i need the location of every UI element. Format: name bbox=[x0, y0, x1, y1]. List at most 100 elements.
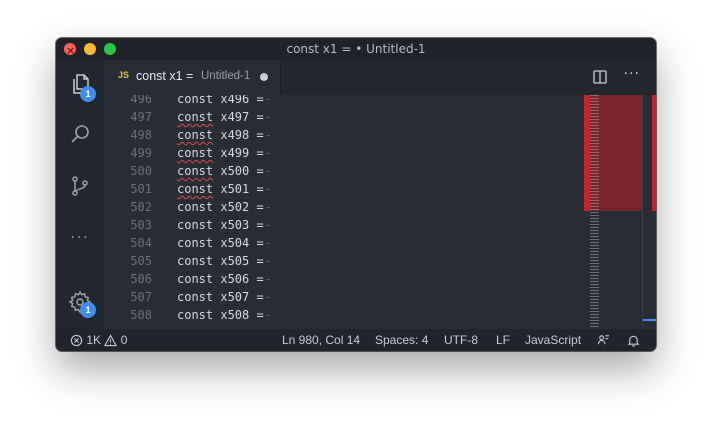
code-line[interactable]: const x503 = bbox=[177, 218, 270, 232]
whitespace-marker bbox=[266, 315, 270, 316]
encoding[interactable]: UTF-8 bbox=[444, 329, 478, 351]
maximize-window-button[interactable] bbox=[104, 43, 116, 55]
code-line[interactable]: const x506 = bbox=[177, 272, 270, 286]
code-rest: x496 = bbox=[213, 95, 264, 106]
settings-badge: 1 bbox=[80, 302, 96, 318]
code-rest: x499 = bbox=[213, 146, 264, 160]
end-of-line[interactable]: LF bbox=[496, 329, 510, 351]
code-line[interactable]: const x505 = bbox=[177, 254, 270, 268]
status-bar: 1K 0 Ln 980, Col 14 Spaces: 4 UTF-8 LF J… bbox=[56, 329, 656, 351]
code-line[interactable]: const x497 = bbox=[177, 110, 270, 124]
whitespace-marker bbox=[266, 207, 270, 208]
more-actions-icon[interactable]: ··· bbox=[624, 66, 640, 82]
search-icon bbox=[71, 125, 89, 143]
manage-button[interactable]: 1 bbox=[56, 278, 104, 326]
whitespace-marker bbox=[266, 99, 270, 100]
unsaved-dot-icon[interactable] bbox=[260, 73, 268, 81]
line-number: 504 bbox=[130, 236, 152, 250]
code-line[interactable]: const x504 = bbox=[177, 236, 270, 250]
code-rest: x500 = bbox=[213, 164, 264, 178]
code-line[interactable]: const x499 = bbox=[177, 146, 270, 160]
code-rest: x508 = bbox=[213, 308, 264, 322]
source-control-button[interactable] bbox=[56, 162, 104, 210]
more-icon: ··· bbox=[70, 230, 90, 246]
keyword: const bbox=[177, 236, 214, 250]
language-mode[interactable]: JavaScript bbox=[525, 329, 581, 351]
window-title: const x1 = • Untitled-1 bbox=[286, 42, 426, 56]
more-views-button[interactable]: ··· bbox=[56, 214, 104, 262]
line-number: 506 bbox=[130, 272, 152, 286]
code-line[interactable]: const x507 = bbox=[177, 290, 270, 304]
keyword: const bbox=[177, 272, 214, 286]
close-window-button[interactable] bbox=[64, 40, 76, 62]
split-editor-icon[interactable] bbox=[592, 69, 608, 85]
code-line[interactable]: const x496 = bbox=[177, 95, 270, 106]
indentation[interactable]: Spaces: 4 bbox=[375, 329, 428, 351]
whitespace-marker bbox=[266, 225, 270, 226]
overview-ruler-errors bbox=[652, 95, 656, 211]
whitespace-marker bbox=[266, 189, 270, 190]
activity-bar: 1 ··· 1 bbox=[56, 60, 104, 329]
keyword: const bbox=[177, 164, 214, 178]
search-button[interactable] bbox=[56, 110, 104, 158]
keyword: const bbox=[177, 95, 214, 106]
code-line[interactable]: const x508 = bbox=[177, 308, 270, 322]
whitespace-marker bbox=[266, 117, 270, 118]
whitespace-marker bbox=[266, 279, 270, 280]
source-control-icon bbox=[72, 176, 88, 196]
keyword: const bbox=[177, 254, 214, 268]
keyword: const bbox=[177, 218, 214, 232]
line-number: 499 bbox=[130, 146, 152, 160]
editor-window: const x1 = • Untitled-1 1 ··· bbox=[56, 38, 656, 351]
code-line[interactable]: const x502 = bbox=[177, 200, 270, 214]
error-count: 1K bbox=[86, 333, 102, 347]
whitespace-marker bbox=[266, 153, 270, 154]
minimap[interactable] bbox=[590, 95, 599, 329]
code-editor[interactable]: 496 const x496 = 497 const x497 = 498 const x… bbox=[104, 95, 656, 329]
whitespace-marker bbox=[266, 261, 270, 262]
warning-count: 0 bbox=[120, 333, 128, 347]
code-line[interactable]: const x498 = bbox=[177, 128, 270, 142]
tab-untitled-1[interactable]: JS const x1 = Untitled-1 bbox=[104, 60, 281, 95]
minimize-window-button[interactable] bbox=[84, 43, 96, 55]
line-number: 507 bbox=[130, 290, 152, 304]
code-rest: x498 = bbox=[213, 128, 264, 142]
problems-indicator[interactable]: 1K 0 bbox=[70, 329, 127, 351]
code-line[interactable]: const x500 = bbox=[177, 164, 270, 178]
javascript-file-icon: JS bbox=[118, 70, 130, 80]
notifications-bell-icon[interactable] bbox=[627, 334, 640, 347]
code-rest: x505 = bbox=[213, 254, 264, 268]
editor-tabs: JS const x1 = Untitled-1 ··· bbox=[104, 60, 656, 95]
code-rest: x503 = bbox=[213, 218, 264, 232]
code-rest: x501 = bbox=[213, 182, 264, 196]
error-icon bbox=[70, 335, 83, 347]
explorer-button[interactable]: 1 bbox=[56, 60, 104, 108]
code-rest: x502 = bbox=[213, 200, 264, 214]
code-rest: x497 = bbox=[213, 110, 264, 124]
code-line[interactable]: const x501 = bbox=[177, 182, 270, 196]
whitespace-marker bbox=[266, 297, 270, 298]
line-number: 496 bbox=[130, 95, 152, 106]
code-rest: x504 = bbox=[213, 236, 264, 250]
explorer-badge: 1 bbox=[80, 86, 96, 102]
keyword: const bbox=[177, 128, 214, 142]
line-number: 508 bbox=[130, 308, 152, 322]
feedback-icon[interactable] bbox=[597, 334, 610, 347]
whitespace-marker bbox=[266, 171, 270, 172]
code-rest: x506 = bbox=[213, 272, 264, 286]
keyword: const bbox=[177, 308, 214, 322]
overview-ruler-cursor bbox=[643, 319, 656, 321]
keyword: const bbox=[177, 182, 214, 196]
tab-description: Untitled-1 bbox=[201, 70, 251, 82]
cursor-position[interactable]: Ln 980, Col 14 bbox=[282, 329, 360, 351]
line-number: 501 bbox=[130, 182, 152, 196]
minimap-border bbox=[642, 95, 643, 329]
line-number: 500 bbox=[130, 164, 152, 178]
whitespace-marker bbox=[266, 243, 270, 244]
line-number: 497 bbox=[130, 110, 152, 124]
whitespace-marker bbox=[266, 135, 270, 136]
line-number: 502 bbox=[130, 200, 152, 214]
tab-label: const x1 = bbox=[136, 69, 194, 83]
line-number: 505 bbox=[130, 254, 152, 268]
title-bar: const x1 = • Untitled-1 bbox=[56, 38, 656, 62]
